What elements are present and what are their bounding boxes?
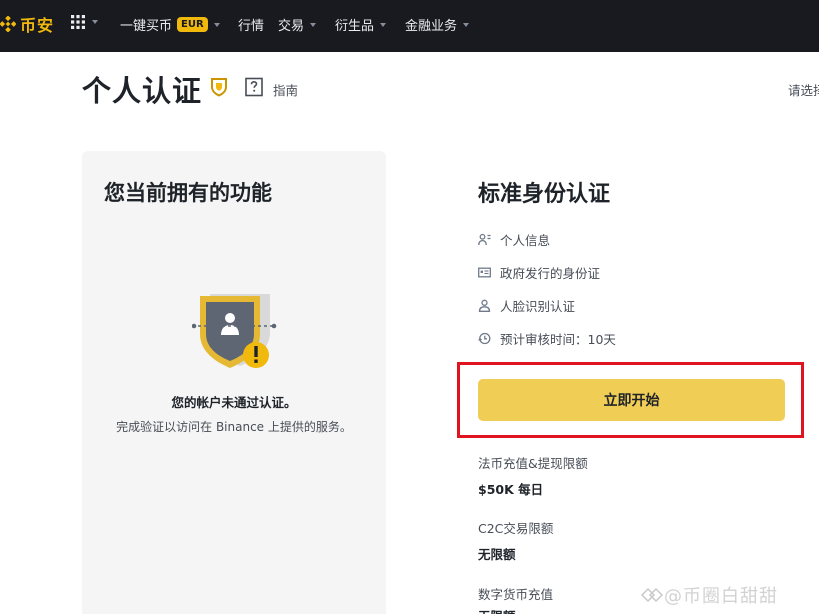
standard-verification-title: 标准身份认证 — [478, 182, 611, 207]
requirement-label: 人脸识别认证 — [500, 299, 576, 314]
requirement-face-verification: 人脸识别认证 — [478, 296, 575, 315]
unverified-status-title: 您的帐户未通过认证。 — [171, 395, 297, 410]
watermark: @币圈白甜甜 — [640, 582, 778, 608]
nav-item-label: 一键买币 — [120, 19, 173, 34]
limit-value-crypto-deposit: 无限额 — [478, 606, 516, 614]
requirement-review-time: 预计审核时间：10天 — [478, 329, 616, 348]
chevron-down-icon — [380, 22, 387, 27]
requirement-label: 预计审核时间：10天 — [500, 332, 616, 347]
nav-item-label: 衍生品 — [335, 19, 375, 34]
limit-label-crypto-deposit: 数字货币充值 — [478, 587, 554, 602]
brand-name: 币安 — [20, 16, 55, 35]
start-verification-button[interactable]: 立即开始 — [478, 379, 785, 421]
guide-link[interactable]: 指南 — [273, 80, 298, 99]
requirement-label: 个人信息 — [500, 233, 551, 248]
apps-menu-button[interactable] — [70, 14, 98, 30]
chevron-down-icon — [213, 22, 220, 27]
unverified-status-description: 完成验证以访问在 Binance 上提供的服务。 — [116, 420, 352, 434]
person-icon — [478, 299, 491, 312]
currency-badge: EUR — [177, 17, 208, 32]
current-features-card: 您当前拥有的功能 您的帐户未通过认证。 完成验证以访问在 Binance 上提供… — [82, 151, 386, 614]
nav-item-trade[interactable]: 交易 — [278, 15, 317, 34]
requirement-personal-info: 个人信息 — [478, 230, 550, 249]
limit-value-c2c: 无限额 — [478, 547, 516, 562]
nav-item-label: 行情 — [238, 19, 265, 34]
unverified-shield-illustration — [191, 294, 278, 380]
limit-label-fiat: 法币充值&提现限额 — [478, 456, 588, 471]
requirement-government-id: 政府发行的身份证 — [478, 263, 600, 282]
top-navigation: 币安 一键买币 EUR 行情 交易 衍生品 金融业务 — [0, 0, 819, 52]
requirement-label: 政府发行的身份证 — [500, 266, 601, 281]
nav-item-label: 金融业务 — [405, 19, 458, 34]
watermark-logo-icon — [640, 587, 664, 603]
limit-label-c2c: C2C交易限额 — [478, 521, 554, 536]
verification-level-icon — [209, 77, 229, 101]
card-title: 您当前拥有的功能 — [104, 181, 272, 205]
limit-value-fiat: $50K 每日 — [478, 482, 544, 497]
id-card-icon — [478, 267, 491, 278]
grid-icon — [71, 15, 85, 29]
chevron-down-icon — [92, 20, 98, 24]
region-select[interactable]: 请选择 — [788, 80, 819, 99]
nav-item-derivatives[interactable]: 衍生品 — [335, 15, 387, 34]
clock-icon — [478, 332, 491, 345]
page-title: 个人认证 — [82, 74, 203, 108]
help-icon[interactable] — [244, 77, 264, 101]
personal-info-icon — [478, 233, 491, 246]
chevron-down-icon — [310, 22, 317, 27]
nav-item-markets[interactable]: 行情 — [238, 15, 264, 34]
binance-logo-icon — [0, 16, 16, 32]
nav-item-finance[interactable]: 金融业务 — [405, 15, 470, 34]
brand-logo[interactable]: 币安 — [0, 12, 54, 36]
chevron-down-icon — [463, 22, 470, 27]
watermark-text: @币圈白甜甜 — [664, 586, 778, 607]
nav-item-label: 交易 — [278, 19, 305, 34]
nav-item-buy-crypto[interactable]: 一键买币 EUR — [120, 15, 220, 34]
